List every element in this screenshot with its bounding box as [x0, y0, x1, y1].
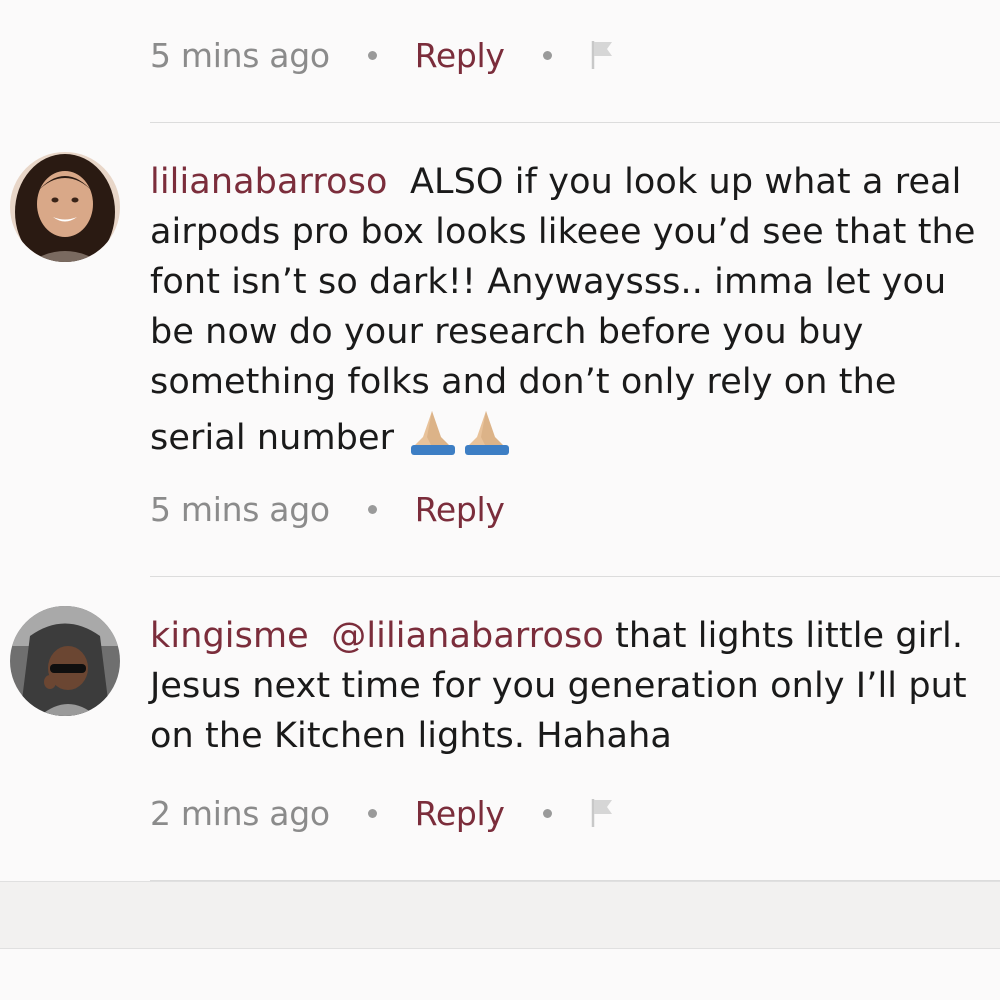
- separator-dot: [542, 50, 552, 60]
- avatar-photo-woman: [10, 152, 120, 262]
- reply-button[interactable]: Reply: [415, 794, 505, 833]
- separator-dot: [367, 504, 377, 514]
- timestamp: 5 mins ago: [150, 35, 330, 75]
- username-link[interactable]: lilianabarroso: [150, 162, 388, 202]
- comment-meta: 5 mins ago Reply: [150, 484, 505, 534]
- comment-meta: 2 mins ago Reply: [150, 788, 616, 838]
- avatar[interactable]: [10, 606, 120, 716]
- separator-dot: [542, 808, 552, 818]
- comment-body: kingisme @lilianabarroso that lights lit…: [150, 611, 995, 761]
- timestamp: 5 mins ago: [150, 489, 330, 529]
- reply-button[interactable]: Reply: [415, 36, 505, 75]
- username-link[interactable]: kingisme: [150, 616, 309, 656]
- comment-text: ALSO if you look up what a real airpods …: [150, 162, 976, 458]
- comment-body: lilianabarroso ALSO if you look up what …: [150, 157, 995, 469]
- folded-hands-icon: [405, 407, 515, 469]
- mention-link[interactable]: @lilianabarroso: [331, 616, 604, 656]
- reply-button[interactable]: Reply: [415, 490, 505, 529]
- flag-icon[interactable]: [590, 39, 616, 71]
- separator-dot: [367, 50, 377, 60]
- separator-dot: [367, 808, 377, 818]
- divider: [150, 122, 1000, 123]
- divider: [150, 576, 1000, 577]
- comments-page: 5 mins ago Reply lilianabarroso ALSO if …: [0, 0, 1000, 1000]
- timestamp: 2 mins ago: [150, 793, 330, 833]
- flag-icon[interactable]: [590, 797, 616, 829]
- footer-band: [0, 881, 1000, 949]
- comment-meta-top: 5 mins ago Reply: [150, 30, 616, 80]
- avatar[interactable]: [10, 152, 120, 262]
- avatar-photo-child: [10, 606, 120, 716]
